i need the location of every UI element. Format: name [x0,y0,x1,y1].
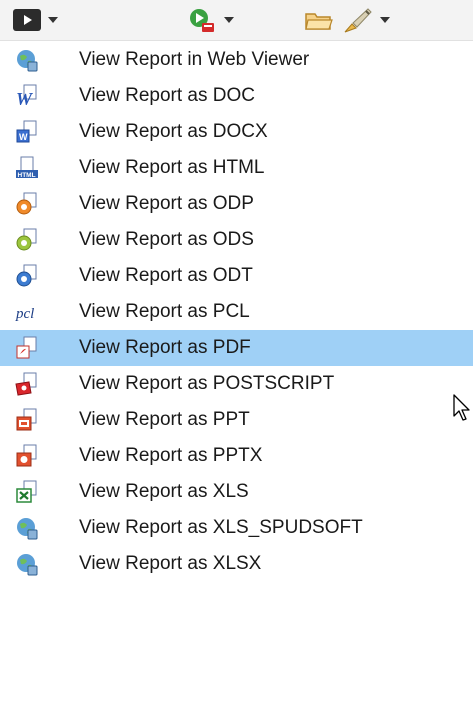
menu-item-label: View Report as PPTX [79,445,263,466]
menu-item-label: View Report as XLS [79,481,249,502]
xls-spudsoft-icon [14,515,40,541]
menu-item-label: View Report as XLS_SPUDSOFT [79,517,363,538]
menu-item-label: View Report as ODT [79,265,253,286]
menu-item-xls[interactable]: View Report as XLS [0,474,473,510]
open-folder-icon [304,7,334,33]
menu-item-pcl[interactable]: pcl View Report as PCL [0,294,473,330]
open-folder-button[interactable] [304,6,334,34]
menu-item-xlsx[interactable]: View Report as XLSX [0,546,473,582]
menu-item-label: View Report as POSTSCRIPT [79,373,335,394]
menu-item-label: View Report as XLSX [79,553,262,574]
menu-item-xls-spudsoft[interactable]: View Report as XLS_SPUDSOFT [0,510,473,546]
pdf-icon [14,335,40,361]
menu-item-odp[interactable]: View Report as ODP [0,186,473,222]
view-report-icon [12,7,42,33]
odp-icon [14,191,40,217]
menu-item-label: View Report as DOC [79,85,255,106]
chevron-down-icon [48,17,58,23]
menu-item-doc[interactable]: W View Report as DOC [0,78,473,114]
menu-item-docx[interactable]: W View Report as DOCX [0,114,473,150]
menu-item-odt[interactable]: View Report as ODT [0,258,473,294]
pcl-icon: pcl [14,299,40,325]
menu-item-label: View Report as HTML [79,157,265,178]
menu-item-label: View Report as ODS [79,229,254,250]
menu-item-web-viewer[interactable]: View Report in Web Viewer [0,42,473,78]
doc-icon: W [14,83,40,109]
menu-item-ods[interactable]: View Report as ODS [0,222,473,258]
chevron-down-icon [380,17,390,23]
svg-text:W: W [19,132,28,142]
postscript-icon [14,371,40,397]
menu-item-html[interactable]: HTML View Report as HTML [0,150,473,186]
chevron-down-icon [224,17,234,23]
xls-icon [14,479,40,505]
menu-item-label: View Report in Web Viewer [79,49,310,70]
toolbar [0,0,473,41]
menu-item-pdf[interactable]: View Report as PDF [0,330,473,366]
brush-icon [342,6,374,34]
mouse-pointer-icon [453,394,471,429]
view-report-menu: View Report in Web Viewer W View Report … [0,42,473,582]
ppt-icon [14,407,40,433]
svg-text:pcl: pcl [15,306,34,322]
view-report-dropdown-button[interactable] [12,6,58,34]
svg-text:HTML: HTML [18,172,36,179]
svg-text:W: W [16,89,34,108]
pptx-icon [14,443,40,469]
xlsx-icon [14,551,40,577]
ods-icon [14,227,40,253]
brush-dropdown-button[interactable] [342,6,390,34]
run-icon [188,6,218,34]
html-icon: HTML [14,155,40,181]
menu-item-label: View Report as PDF [79,337,251,358]
menu-item-label: View Report as ODP [79,193,254,214]
menu-item-label: View Report as PPT [79,409,250,430]
run-dropdown-button[interactable] [188,6,234,34]
menu-item-pptx[interactable]: View Report as PPTX [0,438,473,474]
menu-item-postscript[interactable]: View Report as POSTSCRIPT [0,366,473,402]
menu-item-label: View Report as PCL [79,301,250,322]
docx-icon: W [14,119,40,145]
web-viewer-icon [14,47,40,73]
odt-icon [14,263,40,289]
menu-item-ppt[interactable]: View Report as PPT [0,402,473,438]
menu-item-label: View Report as DOCX [79,121,268,142]
